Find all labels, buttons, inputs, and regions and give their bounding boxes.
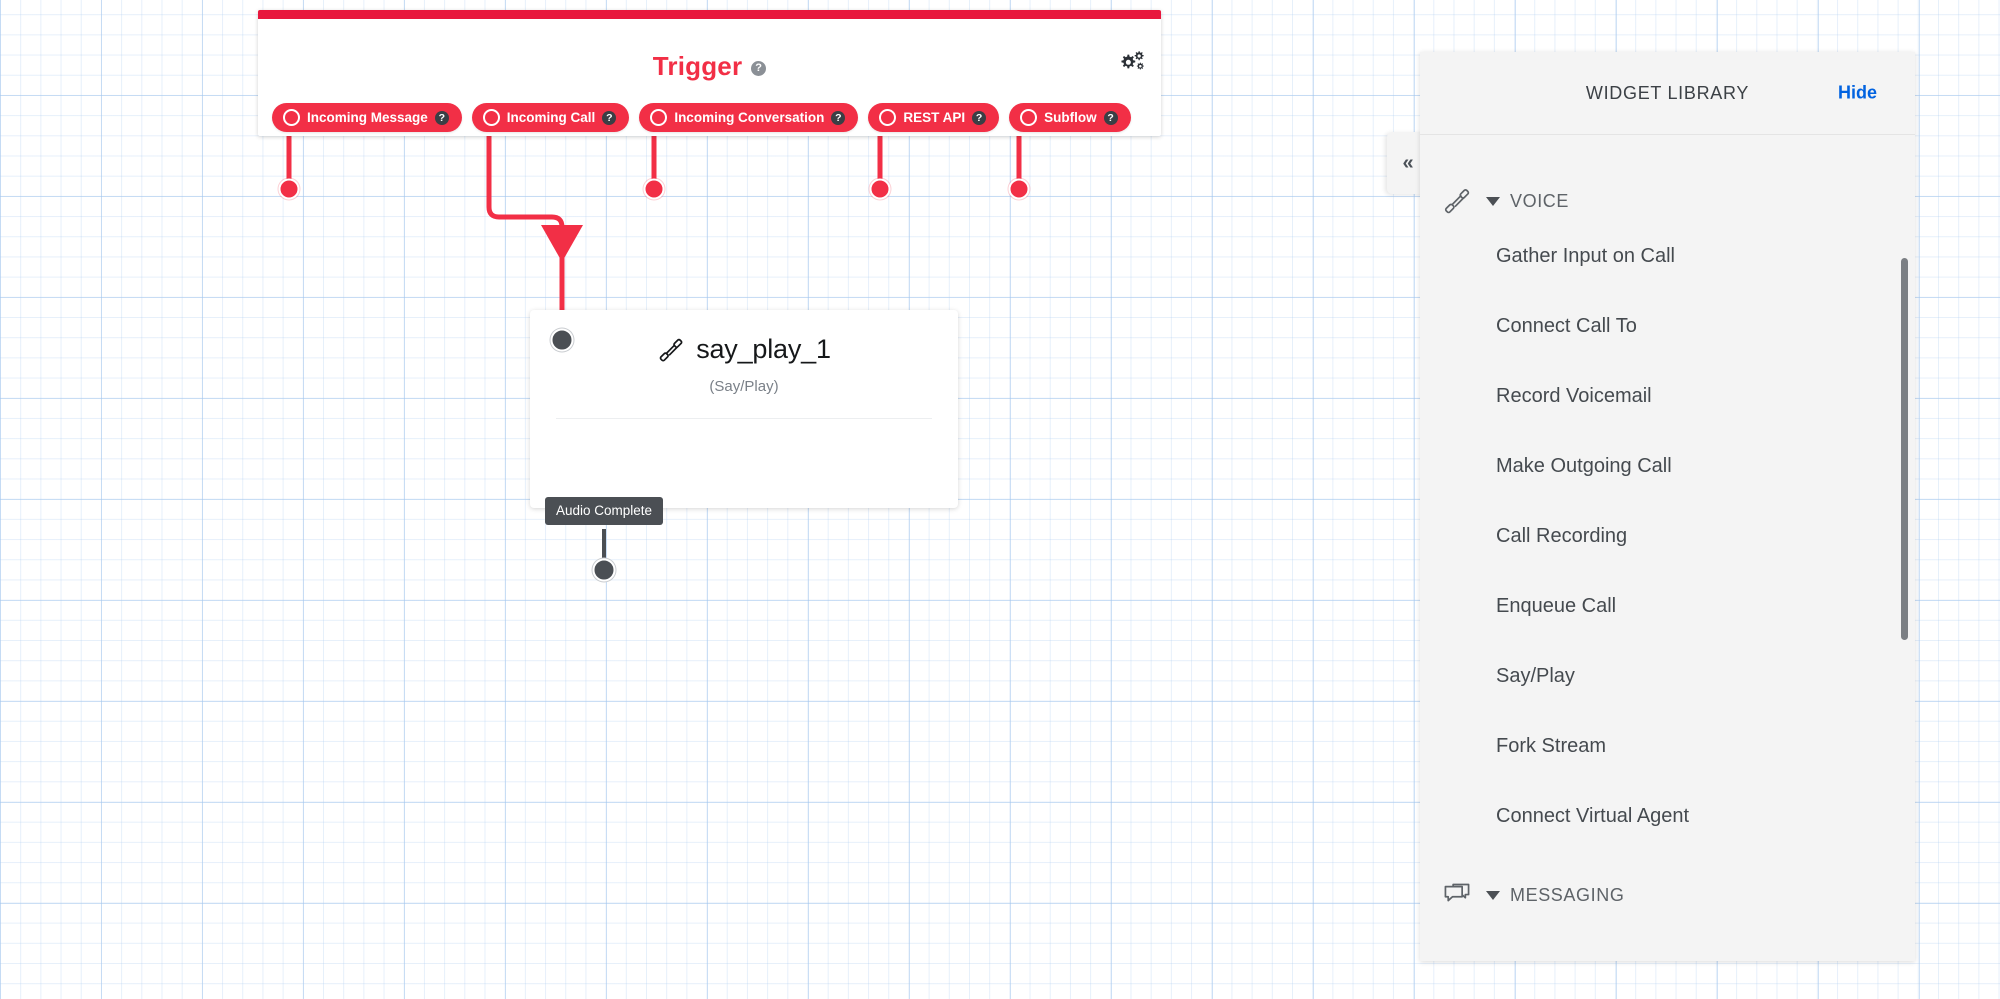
library-item-say-play[interactable]: Say/Play	[1420, 641, 1915, 711]
connector-dot-rest-api[interactable]	[869, 178, 891, 200]
pill-label: Incoming Message	[307, 110, 428, 125]
connector-circle-icon	[879, 109, 897, 126]
trigger-pill-incoming-message[interactable]: Incoming Message ?	[272, 103, 462, 132]
say-play-title-row: say_play_1	[530, 334, 958, 365]
trigger-pill-subflow[interactable]: Subflow ?	[1009, 103, 1131, 132]
connector-circle-icon	[283, 109, 300, 126]
trigger-title: Trigger	[652, 51, 743, 81]
gears-icon-svg	[1121, 51, 1144, 70]
trigger-help-icon[interactable]: ?	[751, 61, 767, 76]
connector-circle-icon	[1020, 109, 1038, 126]
connector-dot-incoming-message[interactable]	[278, 178, 300, 200]
library-group-voice-label: VOICE	[1510, 190, 1570, 211]
say-play-output-connector[interactable]	[592, 558, 616, 582]
library-group-voice[interactable]: VOICE	[1420, 181, 1915, 221]
library-item-fork-stream[interactable]: Fork Stream	[1420, 711, 1915, 781]
library-item-enqueue-call[interactable]: Enqueue Call	[1420, 571, 1915, 641]
phone-handset-icon	[659, 338, 683, 362]
help-icon[interactable]: ?	[434, 110, 449, 125]
say-play-type-label: (Say/Play)	[709, 378, 779, 395]
library-group-messaging[interactable]: MESSAGING	[1420, 875, 1915, 915]
chat-bubble-icon	[1444, 883, 1470, 902]
say-play-name: say_play_1	[696, 334, 831, 364]
say-play-header: say_play_1 (Say/Play)	[530, 310, 958, 419]
pill-label: Incoming Conversation	[674, 110, 825, 125]
pill-label: Subflow	[1044, 110, 1097, 125]
connector-circle-icon	[650, 109, 668, 126]
widget-library-header: WIDGET LIBRARY Hide	[1420, 52, 1915, 135]
trigger-pill-incoming-call[interactable]: Incoming Call ?	[471, 103, 630, 132]
say-play-divider	[556, 418, 932, 419]
trigger-pill-row: Incoming Message ? Incoming Call ? Incom…	[272, 103, 1131, 132]
trigger-title-row: Trigger?	[258, 51, 1161, 82]
library-item-call-recording[interactable]: Call Recording	[1420, 501, 1915, 571]
connector-dot-incoming-conversation[interactable]	[643, 178, 665, 200]
trigger-pill-rest-api[interactable]: REST API ?	[868, 103, 1000, 132]
help-icon[interactable]: ?	[602, 110, 617, 125]
help-icon[interactable]: ?	[972, 110, 987, 125]
pill-label: Incoming Call	[506, 110, 596, 125]
chevron-down-icon[interactable]	[1486, 890, 1500, 900]
pill-label: REST API	[903, 110, 966, 125]
hide-library-button[interactable]: Hide	[1838, 83, 1877, 104]
widget-library-panel: WIDGET LIBRARY Hide VOICE Gather Input o…	[1420, 52, 1915, 961]
library-item-make-outgoing-call[interactable]: Make Outgoing Call	[1420, 431, 1915, 501]
studio-flow-canvas: Trigger? Incoming Message ? Incoming Cal…	[0, 0, 2000, 999]
help-icon[interactable]: ?	[831, 110, 846, 125]
connector-circle-icon	[482, 109, 500, 126]
trigger-body: Trigger? Incoming Message ? Incoming Cal…	[258, 19, 1161, 136]
connector-dot-subflow[interactable]	[1008, 178, 1030, 200]
trigger-pill-incoming-conversation[interactable]: Incoming Conversation ?	[639, 103, 859, 132]
trigger-widget[interactable]: Trigger? Incoming Message ? Incoming Cal…	[258, 10, 1161, 136]
chevron-down-icon[interactable]	[1486, 196, 1500, 206]
phone-handset-icon	[1444, 189, 1470, 214]
say-play-widget[interactable]: say_play_1 (Say/Play)	[530, 310, 958, 508]
say-play-input-connector[interactable]	[550, 328, 574, 352]
library-group-messaging-label: MESSAGING	[1510, 884, 1625, 905]
library-scrollbar-thumb[interactable]	[1901, 258, 1908, 640]
library-group-messaging-label-row: MESSAGING	[1486, 885, 1624, 906]
widget-library-title: WIDGET LIBRARY	[1585, 82, 1750, 103]
library-group-voice-label-row: VOICE	[1486, 191, 1569, 212]
say-play-output-label: Audio Complete	[545, 497, 664, 525]
widget-library-list: VOICE Gather Input on Call Connect Call …	[1420, 135, 1915, 961]
help-icon[interactable]: ?	[1103, 110, 1118, 125]
library-item-connect-virtual-agent[interactable]: Connect Virtual Agent	[1420, 781, 1915, 851]
trigger-accent-bar	[258, 10, 1161, 19]
library-item-connect-call-to[interactable]: Connect Call To	[1420, 291, 1915, 361]
library-item-record-voicemail[interactable]: Record Voicemail	[1420, 361, 1915, 431]
gears-icon[interactable]	[1117, 49, 1147, 79]
library-item-gather-input-on-call[interactable]: Gather Input on Call	[1420, 221, 1915, 291]
